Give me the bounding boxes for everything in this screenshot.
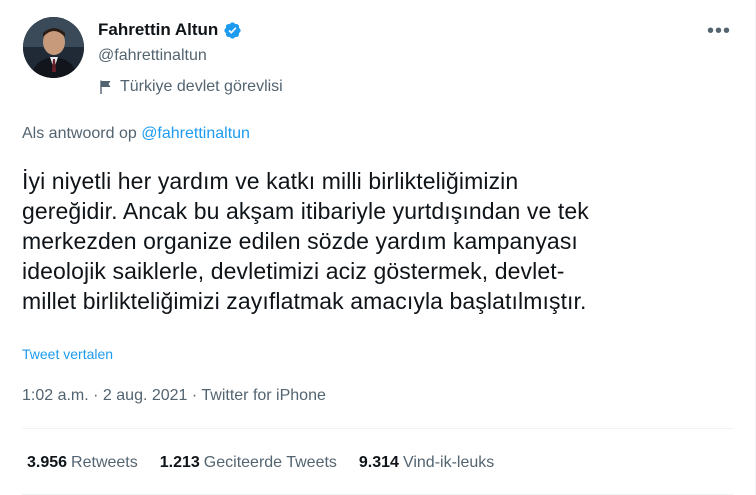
quote-tweets-label: Geciteerde Tweets xyxy=(203,454,337,471)
quote-tweets-count: 1.213 xyxy=(159,454,200,471)
divider xyxy=(22,428,733,429)
tweet-detail: Fahrettin Altun @fahrettinaltun Türkiye … xyxy=(0,0,756,495)
tweet-text-line: İyi niyetli her yardım ve katkı milli bi… xyxy=(22,168,519,194)
reply-context-prefix: Als antwoord op xyxy=(22,125,137,142)
retweets-label: Retweets xyxy=(71,454,138,471)
reply-mention-link[interactable]: @fahrettinaltun xyxy=(141,125,250,142)
retweets-count: 3.956 xyxy=(27,454,68,471)
tweet-text: İyi niyetli her yardım ve katkı milli bi… xyxy=(22,166,736,316)
affiliation-text: Türkiye devlet görevlisi xyxy=(120,78,283,95)
avatar[interactable] xyxy=(23,17,84,78)
affiliation-label: Türkiye devlet görevlisi xyxy=(98,78,283,96)
tweet-meta[interactable]: 1:02 a.m. · 2 aug. 2021 · Twitter for iP… xyxy=(22,387,326,405)
flag-icon xyxy=(98,79,114,95)
tweet-text-line: ideolojik saiklerle, devletimizi aciz gö… xyxy=(22,258,565,284)
more-horizontal-icon: ••• xyxy=(706,20,731,42)
display-name[interactable]: Fahrettin Altun xyxy=(98,20,218,40)
translate-tweet-link[interactable]: Tweet vertalen xyxy=(22,346,113,362)
author-handle[interactable]: @fahrettinaltun xyxy=(98,47,207,65)
tweet-text-line: merkezden organize edilen sözde yardım k… xyxy=(22,228,578,254)
likes-stat[interactable]: 9.314 Vind-ik-leuks xyxy=(359,454,494,472)
reply-context: Als antwoord op @fahrettinaltun xyxy=(22,125,250,143)
tweet-text-line: millet birlikteliğimizi zayıflatmak amac… xyxy=(22,288,587,314)
quote-tweets-stat[interactable]: 1.213 Geciteerde Tweets xyxy=(160,454,337,472)
likes-count: 9.314 xyxy=(358,454,399,471)
verified-badge-icon xyxy=(223,21,242,40)
engagement-stats: 3.956 Retweets 1.213 Geciteerde Tweets 9… xyxy=(27,454,494,472)
name-row: Fahrettin Altun xyxy=(98,20,242,40)
likes-label: Vind-ik-leuks xyxy=(402,454,495,471)
retweets-stat[interactable]: 3.956 Retweets xyxy=(27,454,138,472)
more-options-button[interactable]: ••• xyxy=(705,21,733,41)
tweet-text-line: gereğidir. Ancak bu akşam itibariyle yur… xyxy=(22,198,589,224)
